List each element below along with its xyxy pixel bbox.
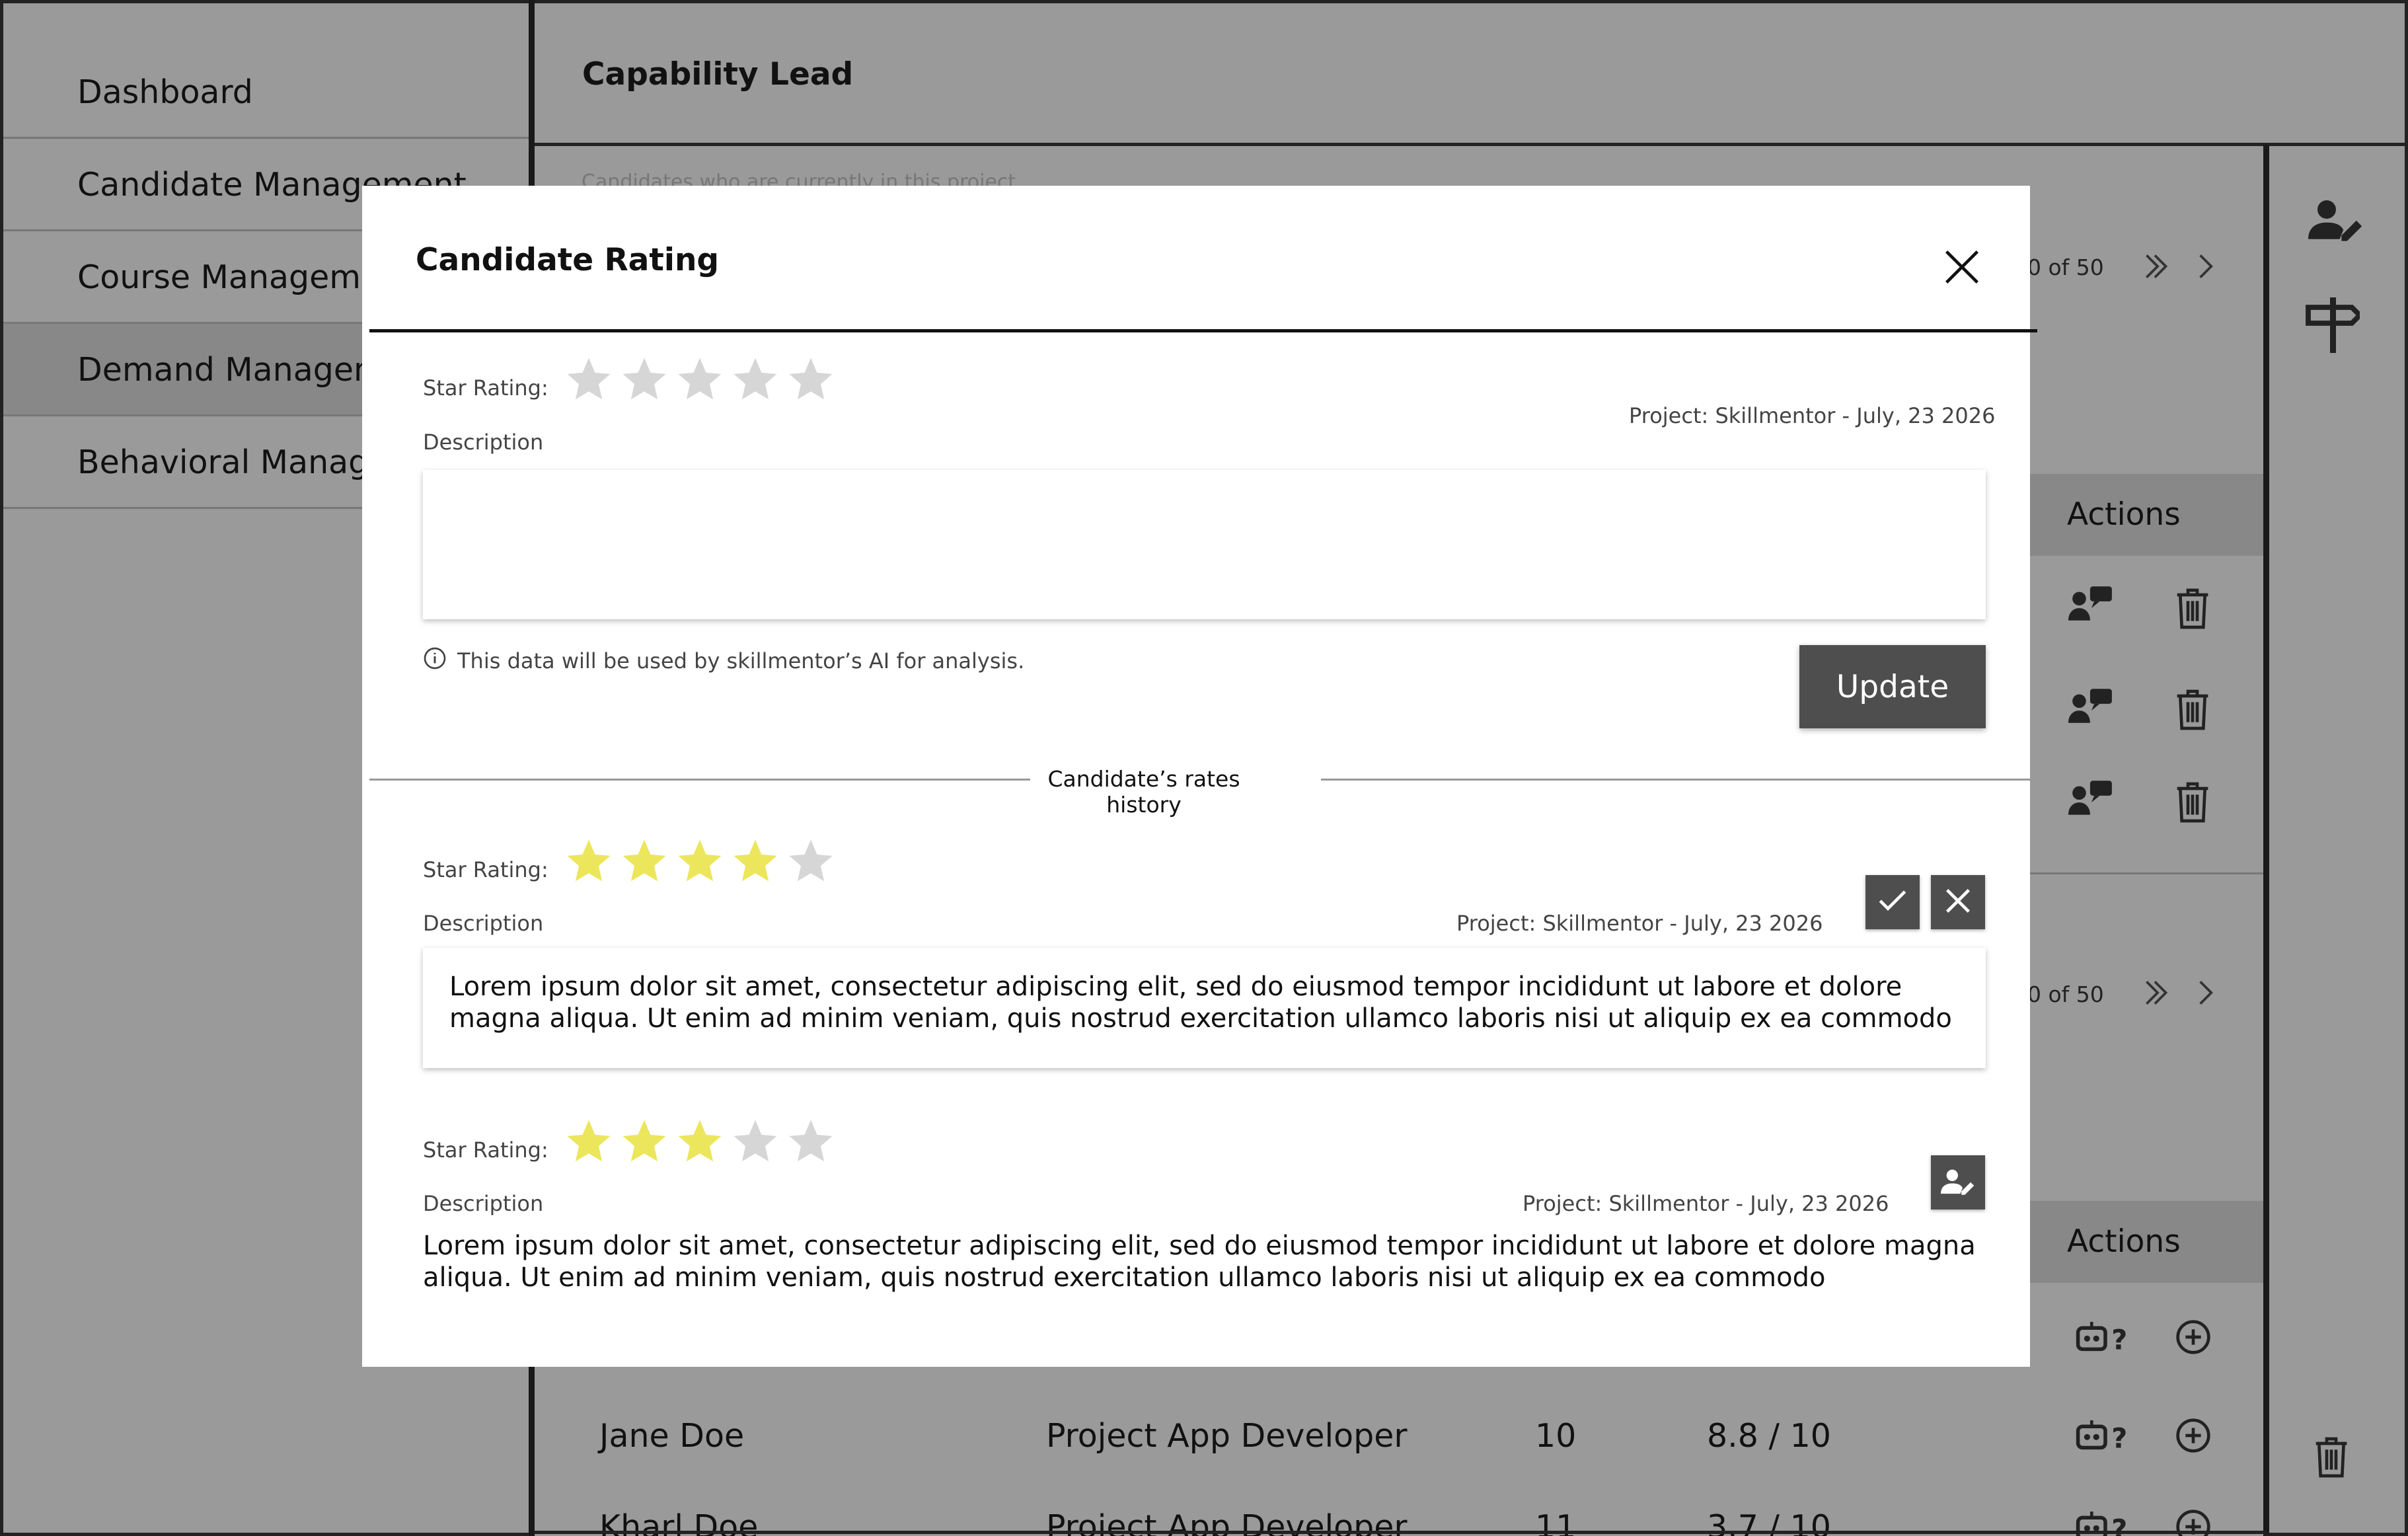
actions-label: Actions bbox=[2067, 1223, 2181, 1260]
double-chevron-right-icon[interactable] bbox=[2140, 976, 2173, 1012]
description-field[interactable] bbox=[423, 470, 1986, 619]
star-filled-icon bbox=[622, 1120, 666, 1162]
star-empty-icon[interactable] bbox=[730, 354, 781, 405]
ai-help-icon[interactable]: ? bbox=[2075, 1417, 2136, 1457]
description-editor[interactable]: Lorem ipsum dolor sit amet, consectetur … bbox=[423, 948, 1986, 1068]
description-text: Lorem ipsum dolor sit amet, consectetur … bbox=[423, 1231, 1976, 1293]
description-label: Description bbox=[423, 430, 544, 455]
project-meta: Project: Skillmentor - July, 23 2026 bbox=[1523, 1191, 1889, 1216]
discard-button[interactable] bbox=[1931, 875, 1985, 929]
modal-header-divider bbox=[369, 329, 2037, 332]
close-icon[interactable] bbox=[1939, 244, 1985, 290]
star-rating-input[interactable] bbox=[563, 354, 837, 405]
edit-rating-button[interactable] bbox=[1931, 1155, 1985, 1210]
candidate-name: Jane Doe bbox=[599, 1417, 745, 1455]
description-label: Description bbox=[423, 1191, 544, 1216]
svg-text:?: ? bbox=[2111, 1422, 2127, 1454]
star-rating-label: Star Rating: bbox=[423, 1137, 548, 1163]
actions-header: Actions bbox=[2030, 474, 2263, 556]
check-icon bbox=[1874, 882, 1911, 922]
star-empty-icon[interactable] bbox=[674, 354, 726, 405]
star-rating-display bbox=[563, 835, 837, 887]
trash-icon[interactable] bbox=[2313, 1436, 2350, 1482]
section-divider bbox=[2030, 872, 2263, 874]
chevron-right-icon[interactable] bbox=[2189, 976, 2222, 1012]
edit-user-icon[interactable] bbox=[2308, 196, 2364, 245]
star-rating-label: Star Rating: bbox=[423, 857, 548, 882]
trash-icon[interactable] bbox=[2174, 688, 2211, 734]
star-empty-icon[interactable] bbox=[563, 354, 615, 405]
star-filled-icon bbox=[567, 1120, 611, 1162]
star-filled-icon bbox=[678, 839, 722, 882]
feedback-icon[interactable] bbox=[2068, 779, 2115, 821]
star-filled-icon bbox=[678, 1120, 722, 1162]
description-label: Description bbox=[423, 911, 544, 936]
history-label: Candidate’s rates history bbox=[1047, 766, 1240, 818]
actions-header: Actions bbox=[2030, 1201, 2263, 1283]
star-filled-icon bbox=[567, 839, 611, 882]
chevron-right-icon[interactable] bbox=[2189, 250, 2222, 286]
pager-count: 0 of 50 bbox=[2027, 254, 2104, 280]
star-filled-icon bbox=[622, 839, 666, 882]
star-filled-icon bbox=[734, 839, 777, 882]
note-text: This data will be used by skillmentor’s … bbox=[457, 648, 1025, 673]
sidebar-item-dashboard[interactable]: Dashboard bbox=[3, 46, 532, 139]
double-chevron-right-icon[interactable] bbox=[2140, 250, 2173, 286]
trash-icon[interactable] bbox=[2174, 781, 2211, 827]
history-divider-left bbox=[369, 779, 1030, 781]
star-empty-icon[interactable] bbox=[785, 354, 837, 405]
star-rating-display bbox=[563, 1116, 837, 1167]
project-meta: Project: Skillmentor - July, 23 2026 bbox=[1456, 911, 1823, 936]
update-button[interactable]: Update bbox=[1799, 645, 1986, 728]
confirm-button[interactable] bbox=[1865, 875, 1920, 929]
sidebar-item-label: Dashboard bbox=[77, 73, 253, 111]
star-empty-icon bbox=[789, 1120, 833, 1162]
add-circle-icon[interactable] bbox=[2175, 1319, 2212, 1358]
description-text: Lorem ipsum dolor sit amet, consectetur … bbox=[449, 972, 1952, 1034]
page-title: Capability Lead bbox=[582, 56, 854, 93]
modal-title: Candidate Rating bbox=[416, 242, 720, 278]
signpost-icon[interactable] bbox=[2304, 293, 2364, 360]
trash-icon[interactable] bbox=[2174, 587, 2211, 633]
star-rating-label: Star Rating: bbox=[423, 375, 548, 401]
history-divider-right bbox=[1321, 779, 2037, 781]
svg-text:?: ? bbox=[2111, 1324, 2127, 1356]
edit-user-icon bbox=[1941, 1167, 1975, 1198]
feedback-icon[interactable] bbox=[2068, 687, 2115, 729]
candidate-score: 8.8 / 10 bbox=[1707, 1417, 1831, 1455]
candidate-role: Project App Developer bbox=[1046, 1417, 1408, 1455]
add-circle-icon[interactable] bbox=[2175, 1417, 2212, 1457]
project-meta: Project: Skillmentor - July, 23 2026 bbox=[1629, 403, 1996, 428]
close-icon bbox=[1939, 882, 1976, 922]
pager-count: 0 of 50 bbox=[2027, 981, 2104, 1007]
star-empty-icon[interactable] bbox=[619, 354, 670, 405]
ai-help-icon[interactable]: ? bbox=[2075, 1319, 2136, 1358]
candidate-count: 10 bbox=[1535, 1417, 1577, 1455]
info-icon bbox=[423, 646, 447, 675]
feedback-icon[interactable] bbox=[2068, 584, 2115, 627]
star-empty-icon bbox=[789, 839, 833, 882]
ai-usage-note: This data will be used by skillmentor’s … bbox=[423, 646, 1024, 675]
star-empty-icon bbox=[734, 1120, 777, 1162]
top-bar: Capability Lead bbox=[535, 0, 2408, 146]
content-border bbox=[535, 1531, 2266, 1534]
actions-label: Actions bbox=[2067, 496, 2181, 533]
